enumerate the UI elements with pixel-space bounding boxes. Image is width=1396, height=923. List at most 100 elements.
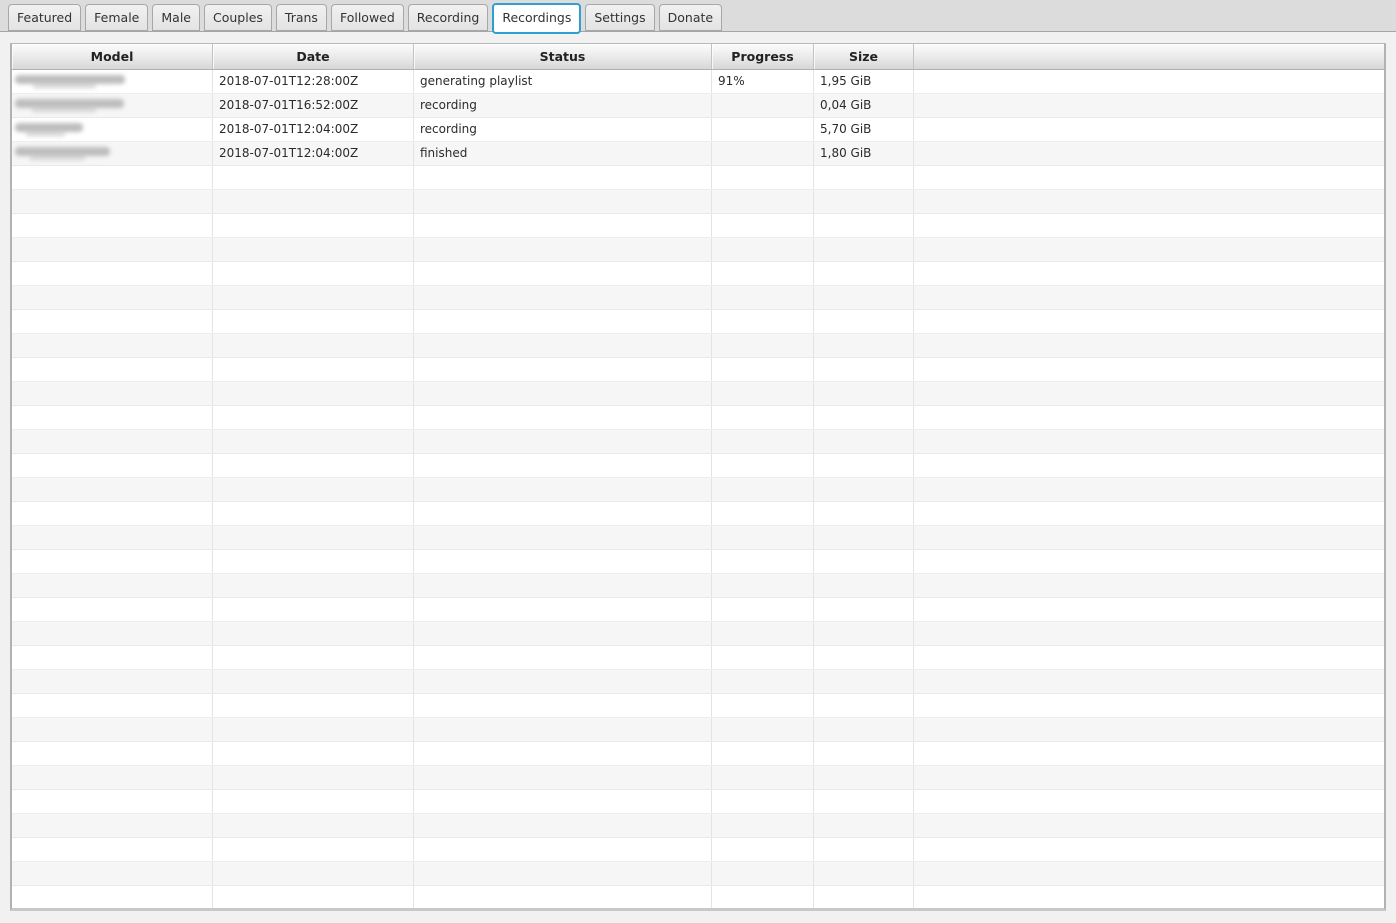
tab-donate[interactable]: Donate [659,4,722,31]
tab-couples[interactable]: Couples [204,4,272,31]
date-cell [213,238,414,261]
table-row[interactable] [12,238,1384,262]
table-row[interactable] [12,334,1384,358]
date-cell [213,430,414,453]
filler-cell [914,310,1384,333]
date-cell [213,622,414,645]
status-cell [414,886,712,908]
size-cell [814,886,914,908]
progress-cell [712,718,814,741]
model-cell [12,190,213,213]
table-row[interactable] [12,766,1384,790]
column-header-model[interactable]: Model [12,44,213,69]
progress-cell [712,238,814,261]
model-cell [12,574,213,597]
size-cell [814,526,914,549]
status-cell [414,166,712,189]
table-row[interactable] [12,358,1384,382]
table-row[interactable] [12,430,1384,454]
table-row[interactable]: 2018-07-01T16:52:00Zrecording0,04 GiB [12,94,1384,118]
table-row[interactable] [12,598,1384,622]
tab-trans[interactable]: Trans [276,4,327,31]
table-row[interactable] [12,310,1384,334]
date-cell [213,550,414,573]
model-cell [12,430,213,453]
table-row[interactable] [12,790,1384,814]
table-row[interactable] [12,718,1384,742]
status-cell [414,526,712,549]
size-cell [814,214,914,237]
model-cell [12,214,213,237]
date-cell [213,310,414,333]
model-cell [12,358,213,381]
filler-cell [914,526,1384,549]
status-cell [414,838,712,861]
table-row[interactable] [12,502,1384,526]
table-row[interactable] [12,286,1384,310]
table-header: Model Date Status Progress Size [12,44,1384,70]
tab-settings[interactable]: Settings [585,4,654,31]
table-row[interactable] [12,262,1384,286]
column-header-date[interactable]: Date [213,44,414,69]
size-cell [814,406,914,429]
table-row[interactable]: 2018-07-01T12:04:00Zfinished1,80 GiB [12,142,1384,166]
date-cell [213,406,414,429]
tab-female[interactable]: Female [85,4,148,31]
model-cell [12,262,213,285]
table-row[interactable] [12,694,1384,718]
table-row[interactable] [12,646,1384,670]
table-row[interactable] [12,478,1384,502]
table-row[interactable] [12,838,1384,862]
table-row[interactable] [12,406,1384,430]
table-row[interactable] [12,574,1384,598]
table-row[interactable] [12,166,1384,190]
table-row[interactable] [12,670,1384,694]
table-row[interactable] [12,214,1384,238]
tab-male[interactable]: Male [152,4,200,31]
model-cell [12,838,213,861]
progress-cell [712,190,814,213]
date-cell [213,886,414,908]
date-cell [213,670,414,693]
progress-cell [712,286,814,309]
size-cell [814,622,914,645]
model-cell [12,550,213,573]
date-cell [213,718,414,741]
size-cell [814,430,914,453]
status-cell [414,358,712,381]
table-row[interactable] [12,454,1384,478]
table-row[interactable] [12,550,1384,574]
filler-cell [914,358,1384,381]
table-row[interactable] [12,886,1384,908]
tab-followed[interactable]: Followed [331,4,404,31]
table-row[interactable] [12,862,1384,886]
table-row[interactable] [12,814,1384,838]
filler-cell [914,766,1384,789]
tab-featured[interactable]: Featured [8,4,81,31]
table-row[interactable] [12,622,1384,646]
table-row[interactable]: 2018-07-01T12:28:00Zgenerating playlist9… [12,70,1384,94]
date-cell: 2018-07-01T12:28:00Z [213,70,414,93]
table-row[interactable] [12,382,1384,406]
progress-cell [712,766,814,789]
table-row[interactable]: 2018-07-01T12:04:00Zrecording5,70 GiB [12,118,1384,142]
size-cell: 5,70 GiB [814,118,914,141]
column-header-status[interactable]: Status [414,44,712,69]
tab-recordings[interactable]: Recordings [492,3,581,34]
table-row[interactable] [12,190,1384,214]
status-cell [414,574,712,597]
status-cell [414,454,712,477]
date-cell [213,694,414,717]
column-header-progress[interactable]: Progress [712,44,814,69]
progress-cell [712,310,814,333]
tab-recording[interactable]: Recording [408,4,489,31]
date-cell [213,382,414,405]
redacted-model-name [15,123,83,136]
status-cell [414,742,712,765]
table-row[interactable] [12,742,1384,766]
status-cell [414,622,712,645]
filler-cell [914,142,1384,165]
table-row[interactable] [12,526,1384,550]
column-header-size[interactable]: Size [814,44,914,69]
model-cell [12,454,213,477]
